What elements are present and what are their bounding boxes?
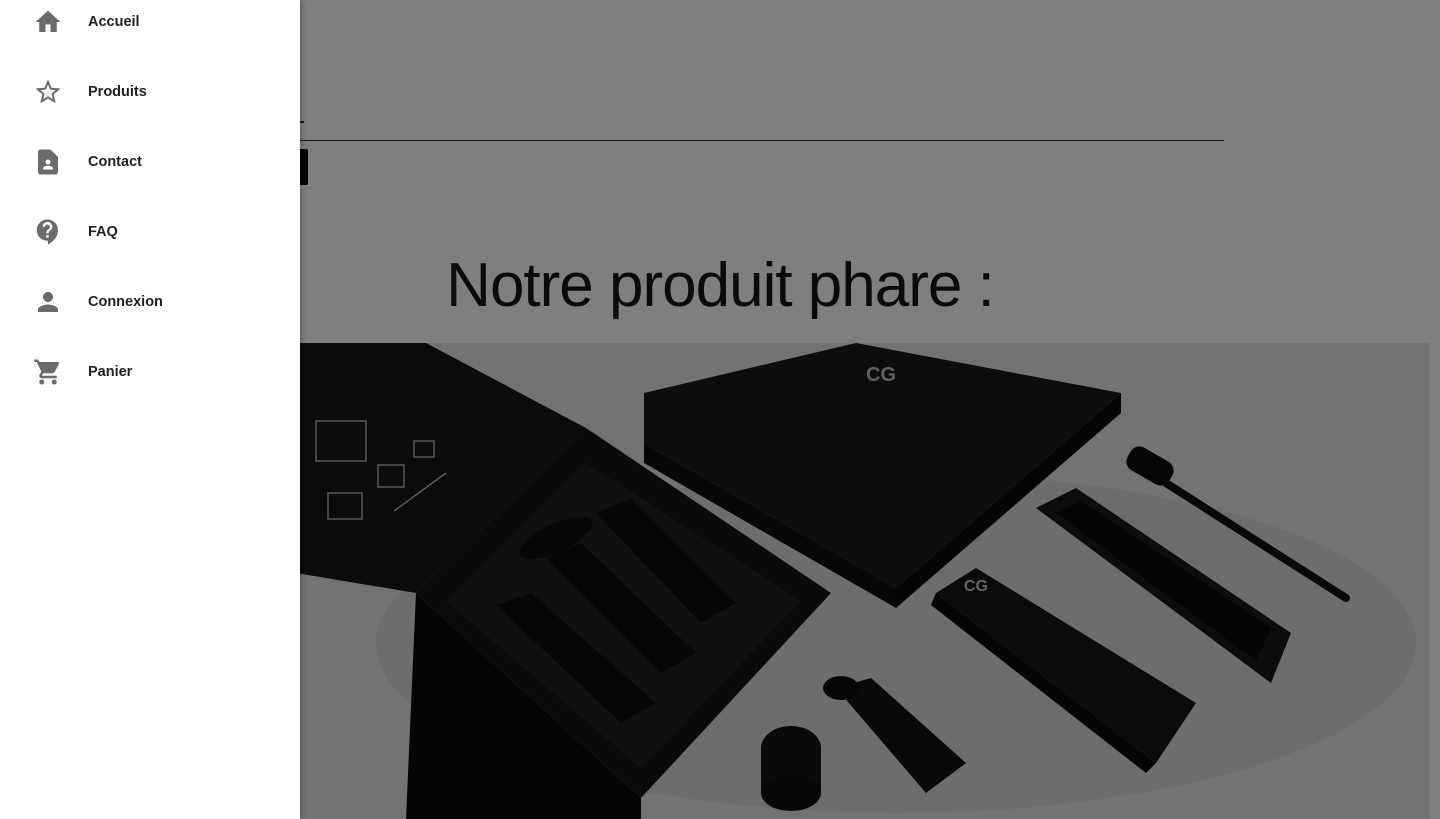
nav-item-panier[interactable]: Panier (0, 337, 300, 407)
home-icon (32, 6, 64, 38)
nav-item-faq[interactable]: FAQ (0, 197, 300, 267)
nav-label-panier: Panier (88, 364, 133, 380)
contact-card-icon (32, 146, 64, 178)
nav-label-accueil: Accueil (88, 14, 140, 30)
nav-item-contact[interactable]: Contact (0, 127, 300, 197)
nav-label-contact: Contact (88, 154, 142, 170)
nav-label-produits: Produits (88, 84, 147, 100)
star-outline-icon (32, 76, 64, 108)
nav-label-connexion: Connexion (88, 294, 163, 310)
nav-item-produits[interactable]: Produits (0, 57, 300, 127)
nav-label-faq: FAQ (88, 224, 118, 240)
cart-icon (32, 356, 64, 388)
person-icon (32, 286, 64, 318)
nav-item-accueil[interactable]: Accueil (0, 0, 300, 57)
navigation-drawer: Accueil Produits Contact FAQ Connexion P… (0, 0, 300, 819)
nav-item-connexion[interactable]: Connexion (0, 267, 300, 337)
help-icon (32, 216, 64, 248)
